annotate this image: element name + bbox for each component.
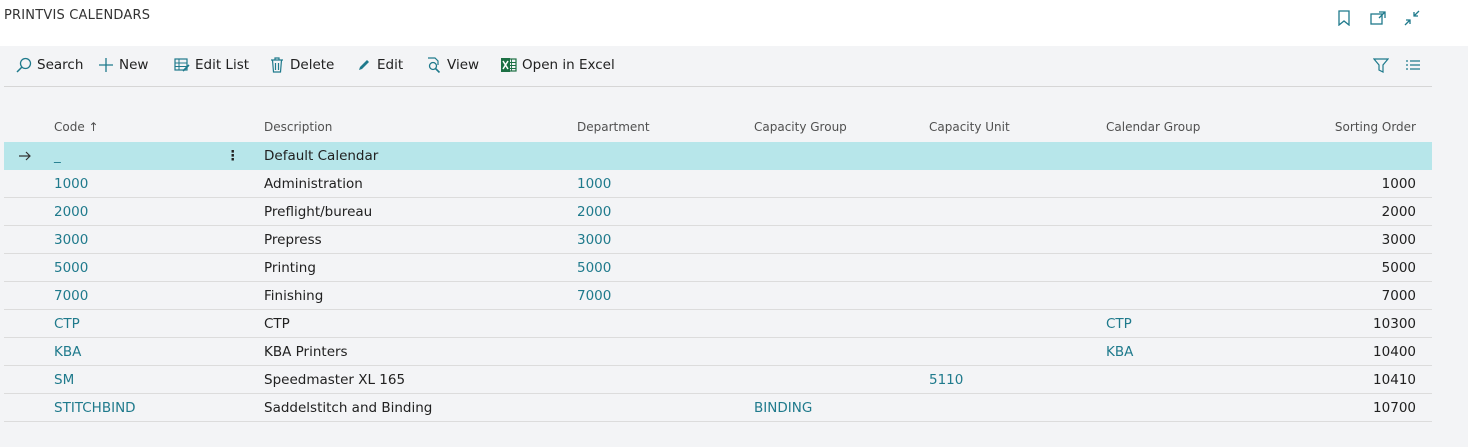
cell-description: CTP <box>264 316 290 332</box>
delete-button[interactable]: Delete <box>269 57 334 73</box>
open-in-excel-button[interactable]: Open in Excel <box>501 57 615 73</box>
table-row[interactable]: 1000 Administration 1000 1000 <box>4 170 1432 198</box>
table-header: Code ↑ Description Department Capacity G… <box>4 112 1432 142</box>
edit-button[interactable]: Edit <box>356 57 403 73</box>
table-row[interactable]: 7000 Finishing 7000 7000 <box>4 282 1432 310</box>
view-label: View <box>447 57 480 73</box>
trash-icon <box>269 57 285 73</box>
cell-code[interactable]: 2000 <box>54 204 88 220</box>
cell-code[interactable]: _ <box>54 148 61 164</box>
plus-icon <box>98 57 114 73</box>
column-header-capacity-unit[interactable]: Capacity Unit <box>929 120 1010 134</box>
page-header: PRINTVIS CALENDARS <box>0 0 1468 46</box>
cell-sorting-order: 10400 <box>1373 344 1416 360</box>
table-row[interactable]: KBA KBA Printers KBA 10400 <box>4 338 1432 366</box>
search-label: Search <box>37 57 84 73</box>
column-header-calendar-group[interactable]: Calendar Group <box>1106 120 1200 134</box>
cell-code[interactable]: SM <box>54 372 74 388</box>
cell-code[interactable]: CTP <box>54 316 80 332</box>
cell-description: Finishing <box>264 288 324 304</box>
cell-department[interactable]: 2000 <box>577 204 611 220</box>
column-header-description[interactable]: Description <box>264 120 332 134</box>
open-in-excel-label: Open in Excel <box>522 57 615 73</box>
table-row[interactable]: 2000 Preflight/bureau 2000 2000 <box>4 198 1432 226</box>
cell-code[interactable]: 5000 <box>54 260 88 276</box>
edit-list-label: Edit List <box>195 57 250 73</box>
cell-description: KBA Printers <box>264 344 348 360</box>
cell-sorting-order: 1000 <box>1381 176 1416 192</box>
new-button[interactable]: New <box>98 57 148 73</box>
cell-capacity-group[interactable]: BINDING <box>754 400 812 416</box>
cell-code[interactable]: STITCHBIND <box>54 400 136 416</box>
edit-label: Edit <box>377 57 404 73</box>
cell-description: Prepress <box>264 232 322 248</box>
open-new-window-icon[interactable] <box>1368 8 1388 28</box>
table-row[interactable]: CTP CTP CTP 10300 <box>4 310 1432 338</box>
table-row[interactable]: SM Speedmaster XL 165 5110 10410 <box>4 366 1432 394</box>
cell-department[interactable]: 5000 <box>577 260 611 276</box>
edit-list-button[interactable]: Edit List <box>174 57 249 73</box>
column-header-sorting-order[interactable]: Sorting Order <box>1335 120 1416 134</box>
cell-code[interactable]: KBA <box>54 344 81 360</box>
cell-sorting-order: 5000 <box>1381 260 1416 276</box>
search-icon <box>16 57 32 73</box>
view-button[interactable]: View <box>426 57 479 73</box>
cell-description: Speedmaster XL 165 <box>264 372 406 388</box>
header-icons <box>1334 8 1422 28</box>
cell-description: Administration <box>264 176 363 192</box>
table-row[interactable]: 3000 Prepress 3000 3000 <box>4 226 1432 254</box>
edit-list-icon <box>174 57 190 73</box>
table-row[interactable]: ⋮ _ Default Calendar <box>4 142 1432 170</box>
row-actions-menu-icon[interactable]: ⋮ <box>226 148 240 164</box>
view-icon <box>426 57 442 73</box>
cell-sorting-order: 10700 <box>1373 400 1416 416</box>
calendars-table: Code ↑ Description Department Capacity G… <box>4 112 1432 422</box>
cell-description: Saddelstitch and Binding <box>264 400 433 416</box>
cell-sorting-order: 3000 <box>1381 232 1416 248</box>
delete-label: Delete <box>290 57 335 73</box>
cell-calendar-group[interactable]: CTP <box>1106 316 1132 332</box>
column-header-capacity-group[interactable]: Capacity Group <box>754 120 847 134</box>
cell-calendar-group[interactable]: KBA <box>1106 344 1133 360</box>
page-title: PRINTVIS CALENDARS <box>4 8 151 23</box>
bookmark-icon[interactable] <box>1334 8 1354 28</box>
action-bar: Search New Edit List Delete Edit View Op… <box>4 46 1432 87</box>
cell-code[interactable]: 7000 <box>54 288 88 304</box>
list-view-icon[interactable] <box>1404 57 1422 75</box>
pencil-icon <box>356 57 372 73</box>
row-selector-arrow-icon <box>18 148 32 166</box>
cell-sorting-order: 10410 <box>1373 372 1416 388</box>
table-row[interactable]: 5000 Printing 5000 5000 <box>4 254 1432 282</box>
table-row[interactable]: STITCHBIND Saddelstitch and Binding BINDIN… <box>4 394 1432 422</box>
cell-capacity-unit[interactable]: 5110 <box>929 372 963 388</box>
cell-description: Default Calendar <box>264 148 379 164</box>
table-body: ⋮ _ Default Calendar 1000 Administration 1000… <box>4 142 1432 422</box>
new-label: New <box>119 57 149 73</box>
cell-sorting-order: 10300 <box>1373 316 1416 332</box>
cell-department[interactable]: 3000 <box>577 232 611 248</box>
cell-department[interactable]: 1000 <box>577 176 611 192</box>
cell-sorting-order: 2000 <box>1381 204 1416 220</box>
cell-code[interactable]: 1000 <box>54 176 88 192</box>
cell-description: Printing <box>264 260 316 276</box>
cell-sorting-order: 7000 <box>1381 288 1416 304</box>
filter-icon[interactable] <box>1372 57 1390 75</box>
column-header-department[interactable]: Department <box>577 120 650 134</box>
search-button[interactable]: Search <box>16 57 83 73</box>
collapse-icon[interactable] <box>1402 8 1422 28</box>
excel-icon <box>501 57 517 73</box>
column-header-code[interactable]: Code ↑ <box>54 120 99 134</box>
cell-department[interactable]: 7000 <box>577 288 611 304</box>
cell-description: Preflight/bureau <box>264 204 373 220</box>
right-actions <box>1372 57 1422 75</box>
cell-code[interactable]: 3000 <box>54 232 88 248</box>
